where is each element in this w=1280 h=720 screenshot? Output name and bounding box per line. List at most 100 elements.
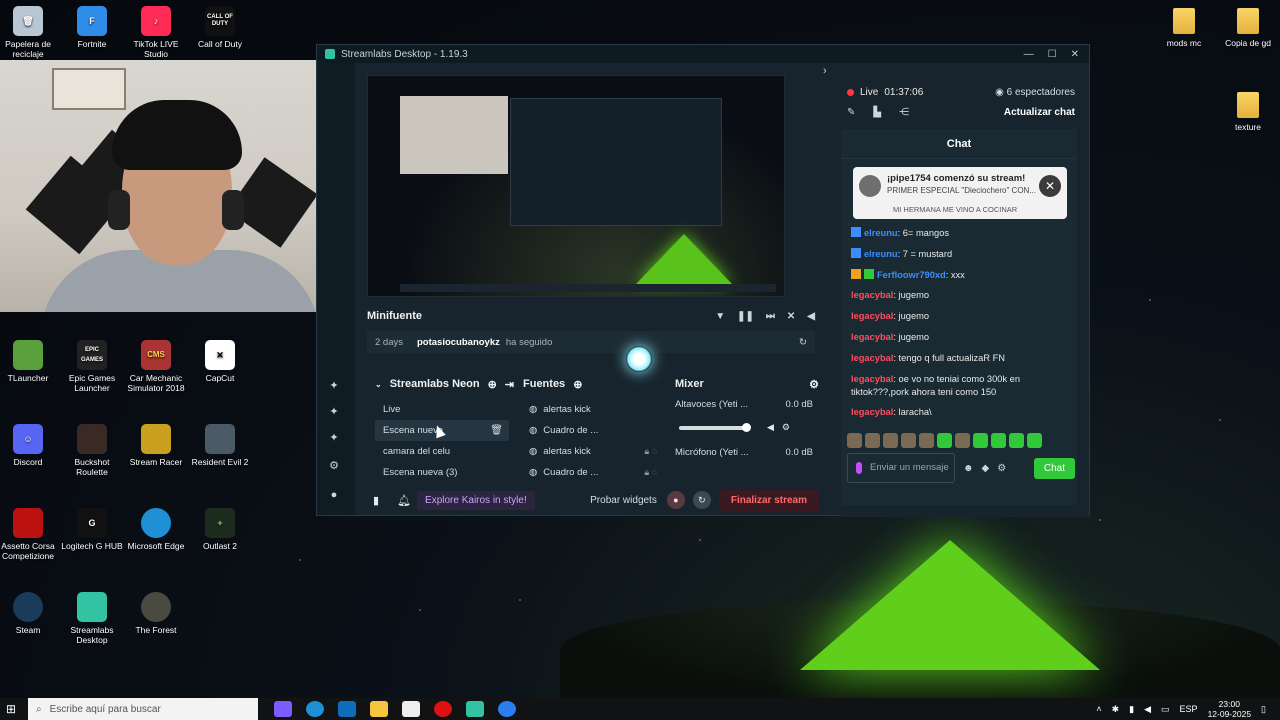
scenes-title[interactable]: Streamlabs Neon [390,378,480,390]
streamlabs-taskbar-icon[interactable] [466,701,484,717]
source-item[interactable]: ◍ alertas kick 🔒︎ ◌ [523,441,661,462]
notifications-icon[interactable]: 🔔︎ [397,494,411,507]
desktop-folder-mods[interactable]: mods mc [1152,8,1216,48]
scene-item[interactable]: Escena nueva (3) [375,462,509,483]
send-chat-button[interactable]: Chat [1033,457,1075,479]
desktop-icon-epic[interactable]: EPIC GAMES Epic Games Launcher [60,340,124,393]
desktop-icon-ghub[interactable]: G Logitech G HUB [60,508,124,551]
profile-icon[interactable]: ● [327,489,341,503]
bluetooth-icon[interactable]: ✱ [1112,704,1120,715]
desktop-icon-streamlabs[interactable]: Streamlabs Desktop [60,592,124,645]
source-item[interactable]: ◍ Cuadro de ... 🔒︎ ◌ [523,462,661,483]
settings-gear-icon[interactable]: ⚙ [327,459,341,473]
clip-icon[interactable]: ▙ [873,107,881,118]
minimize-button[interactable]: — [1024,49,1034,60]
volume-icon[interactable]: ◀ [807,311,815,322]
emote-icon[interactable] [991,433,1006,448]
desktop-icon-recycle-bin[interactable]: 🗑 Papelera de reciclaje [0,6,60,59]
source-item[interactable]: ◍ alertas kick [523,399,661,420]
desktop-icon-tlauncher[interactable]: TLauncher [0,340,60,383]
outlook-icon[interactable] [338,701,356,717]
desktop-icon-edge[interactable]: Microsoft Edge [124,508,188,551]
volume-slider[interactable] [679,422,751,432]
emote-icon[interactable] [883,433,898,448]
apps-icon[interactable]: ✦ [327,405,341,419]
end-stream-button[interactable]: Finalizar stream [718,489,819,511]
add-source-icon[interactable]: ⊕ [573,378,582,391]
pause-icon[interactable]: ❚❚ [737,311,754,322]
test-widgets-button[interactable]: Probar widgets [590,495,657,506]
speaker-icon[interactable]: ◀ [767,422,774,433]
network-icon[interactable]: ▭ [1161,704,1170,715]
collapse-chevron-icon[interactable]: › [823,65,827,77]
expand-icon[interactable]: ⌄ [375,380,382,389]
desktop-icon-discord[interactable]: ☺ Discord [0,424,60,467]
desktop-icon-tiktok[interactable]: ♪ TikTok LIVE Studio [124,6,188,59]
source-item[interactable]: ◍ Cuadro de ... [523,420,661,441]
desktop-folder-texture[interactable]: texture [1216,92,1280,132]
desktop-icon-cod[interactable]: CALL OF DUTY Call of Duty [188,6,252,49]
language-indicator[interactable]: ESP [1180,704,1198,714]
emote-icon[interactable] [955,433,970,448]
desktop-icon-acc[interactable]: Assetto Corsa Competizione [0,508,60,561]
desktop-icon-re2[interactable]: Resident Evil 2 [188,424,252,467]
update-chat-button[interactable]: Actualizar chat [1004,107,1075,118]
chat-input[interactable]: Enviar un mensaje [847,453,955,483]
scene-item[interactable]: camara del celu [375,441,509,462]
desktop-icon-stream-racer[interactable]: Stream Racer [124,424,188,467]
emote-icon[interactable] [1027,433,1042,448]
desktop-folder-copia[interactable]: Copia de gd [1216,8,1280,48]
desktop-icon-buckshot[interactable]: Buckshot Roulette [60,424,124,477]
opera-icon[interactable] [434,701,452,717]
volume-slider-knob[interactable] [741,422,751,432]
desktop-icon-steam[interactable]: Steam [0,592,60,635]
maximize-button[interactable]: ☐ [1048,49,1057,60]
app-taskbar-icon[interactable] [498,701,516,717]
replay-icon[interactable]: ↻ [692,491,711,509]
stream-preview[interactable] [367,75,785,297]
volume-tray-icon[interactable]: ◀ [1144,704,1151,715]
taskbar-search[interactable]: ⌕ Escribe aquí para buscar [28,698,258,720]
desktop-icon-forest[interactable]: The Forest [124,592,188,635]
emote-icon[interactable] [919,433,934,448]
highlighter-icon[interactable]: ✦ [327,431,341,445]
share-icon[interactable]: ⋲ [899,107,909,118]
desktop-icon-fortnite[interactable]: F Fortnite [60,6,124,49]
copilot-icon[interactable] [274,701,292,717]
desktop-icon-capcut[interactable]: ✕ CapCut [188,340,252,383]
emote-icon[interactable] [1009,433,1024,448]
trash-icon[interactable]: 🗑 [490,425,503,436]
store-icon[interactable] [402,701,420,717]
kairos-promo-link[interactable]: Explore Kairos in style! [417,490,535,510]
lock-icon[interactable]: 🔒︎ ◌ [644,446,657,457]
desktop-icon-cms[interactable]: CMS Car Mechanic Simulator 2018 [124,340,188,393]
add-scene-icon[interactable]: ⊕ [488,378,497,391]
emote-icon[interactable] [973,433,988,448]
file-explorer-icon[interactable] [370,701,388,717]
scene-item[interactable]: Live [375,399,509,420]
lock-icon[interactable]: 🔒︎ ◌ [644,467,657,478]
emote-icon[interactable] [847,433,862,448]
record-icon[interactable]: ● [666,491,685,509]
close-button[interactable]: ✕ [1071,49,1079,60]
desktop-icon-outlast[interactable]: + Outlast 2 [188,508,252,551]
edge-taskbar-icon[interactable] [306,701,324,717]
mic-tray-icon[interactable]: ▮ [1129,704,1134,715]
themes-icon[interactable]: ✦ [327,379,341,393]
notifications-tray-icon[interactable]: ▯ [1261,704,1266,715]
emote-icon[interactable] [865,433,880,448]
scene-transitions-icon[interactable]: ⇥ [505,378,514,391]
start-button[interactable]: ⊞ [0,698,22,720]
channel-settings-icon[interactable]: ⚙ [782,422,790,433]
emote-icon[interactable] [901,433,916,448]
edit-stream-icon[interactable]: ✎ [847,107,855,118]
close-notification-icon[interactable]: ✕ [1039,175,1061,197]
stats-icon[interactable]: ▮ [373,494,379,507]
mixer-settings-icon[interactable]: ⚙ [809,378,819,391]
filter-icon[interactable]: ▼ [715,311,725,322]
chat-settings-icon[interactable]: ⚙ [997,463,1006,474]
skip-icon[interactable]: ⏭ [766,311,775,322]
emote-icon[interactable] [937,433,952,448]
refresh-icon[interactable]: ↻ [799,337,807,348]
tray-chevron-icon[interactable]: ˄ [1096,704,1101,714]
